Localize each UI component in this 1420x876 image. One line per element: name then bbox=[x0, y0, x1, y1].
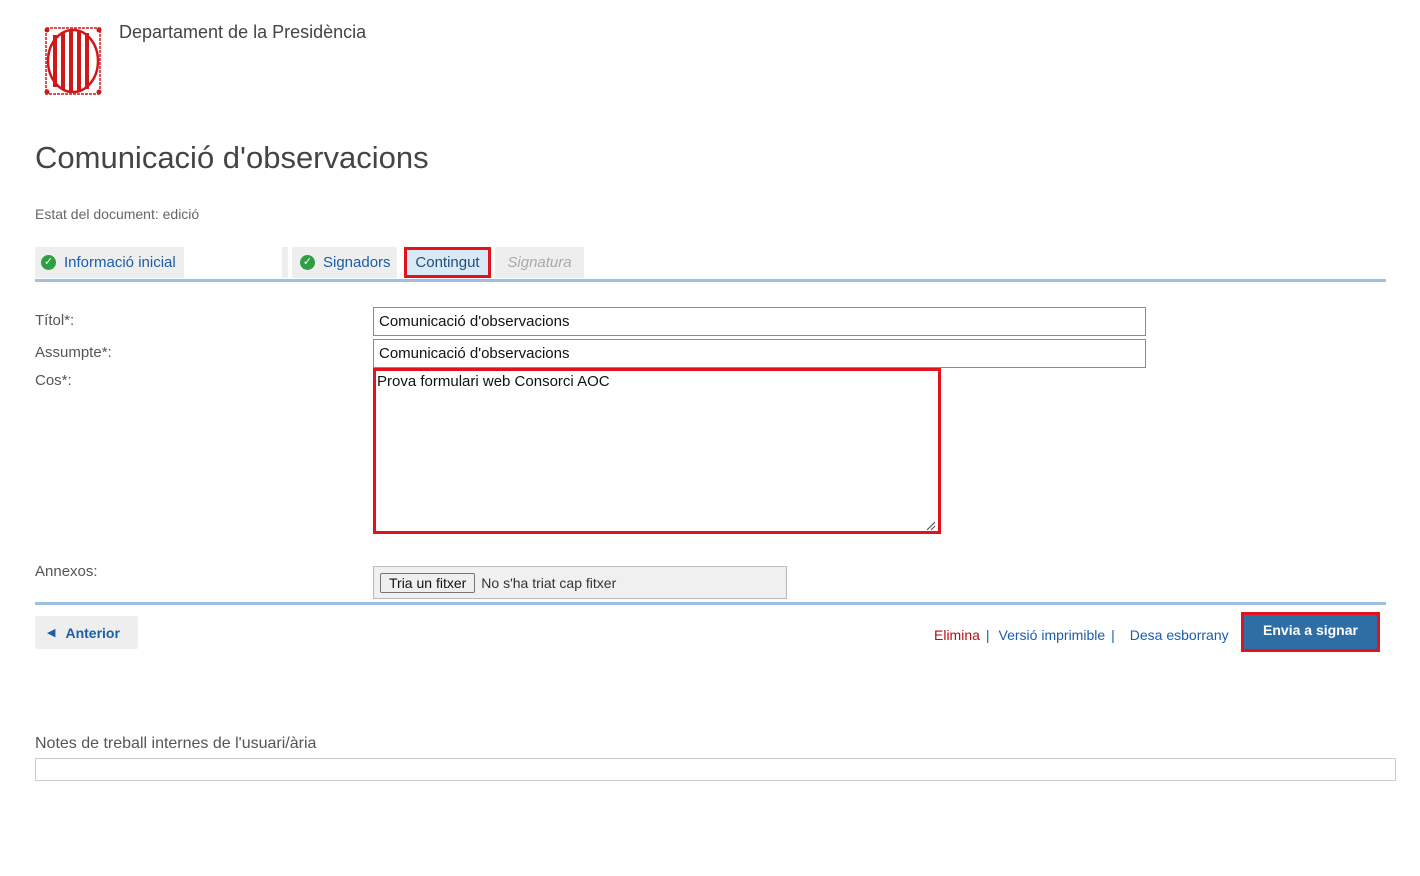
notes-label: Notes de treball internes de l'usuari/àr… bbox=[35, 735, 317, 752]
save-draft-link[interactable]: Desa esborrany bbox=[1130, 627, 1229, 643]
check-circle-icon: ✓ bbox=[300, 255, 315, 270]
check-circle-icon: ✓ bbox=[41, 255, 56, 270]
body-textarea[interactable]: Prova formulari web Consorci AOC bbox=[373, 368, 941, 534]
form-divider bbox=[35, 602, 1386, 605]
page-title: Comunicació d'observacions bbox=[35, 140, 429, 175]
attachments-label: Annexos: bbox=[35, 563, 98, 580]
document-actions: Elimina | Versió imprimible | Desa esbor… bbox=[934, 627, 1229, 643]
tab-label: Contingut bbox=[415, 254, 480, 271]
previous-label: Anterior bbox=[65, 624, 120, 641]
subject-label: Assumpte*: bbox=[35, 344, 112, 361]
tab-label[interactable]: Informació inicial bbox=[64, 254, 176, 271]
send-label: Envia a signar bbox=[1263, 622, 1358, 638]
tab-contingut[interactable]: Contingut bbox=[404, 247, 491, 278]
tab-signatura: Signatura bbox=[495, 247, 584, 278]
subject-input[interactable] bbox=[373, 339, 1146, 368]
triangle-left-icon: ◀ bbox=[47, 627, 56, 639]
generalitat-logo bbox=[42, 26, 104, 96]
file-status: No s'ha triat cap fitxer bbox=[481, 574, 617, 591]
resize-grip-icon[interactable] bbox=[924, 518, 936, 531]
tab-signadors[interactable]: ✓ Signadors bbox=[292, 247, 397, 278]
file-input[interactable]: Tria un fitxer No s'ha triat cap fitxer bbox=[373, 566, 787, 599]
link-separator: | bbox=[1111, 627, 1115, 643]
send-to-sign-button[interactable]: Envia a signar bbox=[1241, 612, 1380, 652]
tabs-underline bbox=[35, 279, 1386, 282]
link-separator: | bbox=[985, 627, 990, 643]
title-label: Títol*: bbox=[35, 312, 75, 329]
choose-file-button[interactable]: Tria un fitxer bbox=[380, 572, 476, 593]
title-input[interactable] bbox=[373, 307, 1146, 336]
printable-version-link[interactable]: Versió imprimible bbox=[999, 627, 1106, 643]
previous-button[interactable]: ◀ Anterior bbox=[35, 616, 138, 649]
tab-informacio-inicial[interactable]: ✓ Informació inicial bbox=[35, 247, 184, 278]
notes-field[interactable] bbox=[35, 758, 1396, 781]
document-status: Estat del document: edició bbox=[35, 206, 200, 222]
body-label: Cos*: bbox=[35, 372, 72, 389]
tab-label: Signatura bbox=[507, 254, 572, 271]
tab-label[interactable]: Signadors bbox=[323, 254, 391, 271]
delete-link[interactable]: Elimina bbox=[934, 627, 980, 643]
department-name: Departament de la Presidència bbox=[119, 22, 367, 42]
tab-divider bbox=[282, 247, 288, 278]
